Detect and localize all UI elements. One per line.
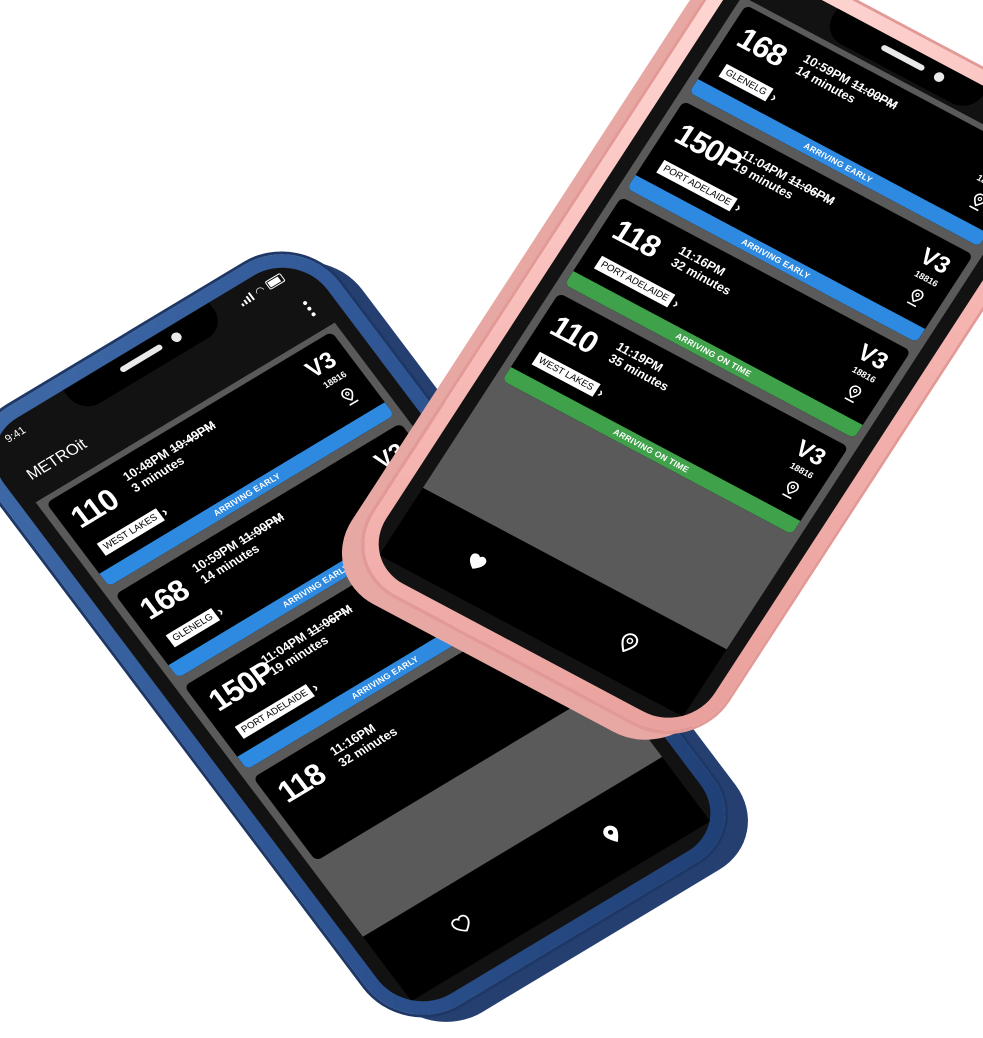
route-number: 118 <box>606 212 667 265</box>
status-time: 9:41 <box>760 0 787 4</box>
heart-icon <box>451 914 470 932</box>
time-scheduled: 11:00PM <box>235 510 288 548</box>
favorites-tab[interactable] <box>444 908 479 940</box>
arrival-times: 11:19PM 35 minutes <box>606 340 679 394</box>
signal-indicators: ◠ <box>235 270 287 308</box>
status-time: 9:41 <box>2 424 29 446</box>
route-number: 118 <box>270 756 333 810</box>
arrival-times: 11:16PM 32 minutes <box>327 713 400 769</box>
cellular-icon <box>237 291 256 307</box>
heart-icon <box>469 553 487 569</box>
time-scheduled: 10:49PM <box>166 418 219 456</box>
arrival-status: ARRIVING ON TIME <box>502 366 801 535</box>
favorites-tab[interactable] <box>460 546 494 577</box>
map-tab[interactable] <box>612 627 646 658</box>
route-number: 168 <box>132 572 196 627</box>
location-pin-icon[interactable] <box>338 386 361 408</box>
arrival-times: 11:16PM 32 minutes <box>668 244 741 298</box>
map-tab[interactable] <box>594 818 629 850</box>
kebab-menu-icon[interactable] <box>302 300 317 317</box>
route-number: 110 <box>543 308 605 361</box>
map-pin-icon <box>621 633 639 653</box>
phone-pink-screen: 9:41 ◠ 168 10:59PM 11:00PM 14 minutes V3… <box>359 0 983 736</box>
location-pin-icon[interactable] <box>842 383 864 405</box>
route-number: 110 <box>63 482 126 535</box>
battery-icon <box>264 272 286 291</box>
location-pin-icon[interactable] <box>780 479 802 501</box>
map-pin-icon <box>602 825 618 843</box>
location-pin-icon[interactable] <box>905 287 927 309</box>
route-number: 168 <box>730 20 794 74</box>
location-pin-icon[interactable] <box>967 191 983 213</box>
wifi-icon: ◠ <box>252 283 268 299</box>
time-scheduled: 11:06PM <box>304 602 356 640</box>
